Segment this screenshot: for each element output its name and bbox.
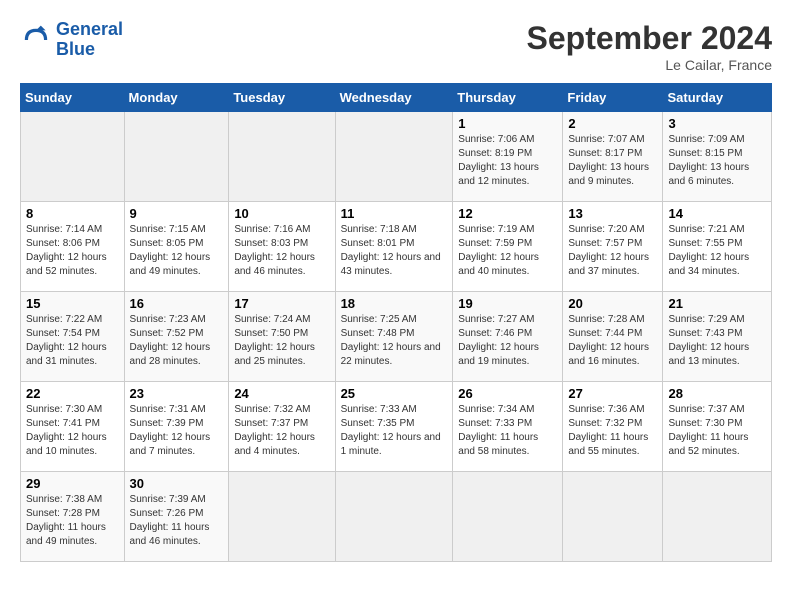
table-row: 11 Sunrise: 7:18 AM Sunset: 8:01 PM Dayl… xyxy=(335,202,453,292)
logo-text: General Blue xyxy=(56,20,123,60)
table-row xyxy=(124,112,229,202)
table-row: 16 Sunrise: 7:23 AM Sunset: 7:52 PM Dayl… xyxy=(124,292,229,382)
table-row xyxy=(21,112,125,202)
table-row: 19 Sunrise: 7:27 AM Sunset: 7:46 PM Dayl… xyxy=(453,292,563,382)
location: Le Cailar, France xyxy=(527,57,772,73)
table-row xyxy=(229,112,335,202)
table-row: 18 Sunrise: 7:25 AM Sunset: 7:48 PM Dayl… xyxy=(335,292,453,382)
table-row: 13 Sunrise: 7:20 AM Sunset: 7:57 PM Dayl… xyxy=(563,202,663,292)
table-row: 1 Sunrise: 7:06 AM Sunset: 8:19 PM Dayli… xyxy=(453,112,563,202)
logo-line1: General xyxy=(56,19,123,39)
table-row: 10 Sunrise: 7:16 AM Sunset: 8:03 PM Dayl… xyxy=(229,202,335,292)
col-sunday: Sunday xyxy=(21,84,125,112)
table-row: 20 Sunrise: 7:28 AM Sunset: 7:44 PM Dayl… xyxy=(563,292,663,382)
table-row: 15 Sunrise: 7:22 AM Sunset: 7:54 PM Dayl… xyxy=(21,292,125,382)
table-row: 23 Sunrise: 7:31 AM Sunset: 7:39 PM Dayl… xyxy=(124,382,229,472)
logo-line2: Blue xyxy=(56,39,95,59)
calendar-week-row: 8 Sunrise: 7:14 AM Sunset: 8:06 PM Dayli… xyxy=(21,202,772,292)
col-tuesday: Tuesday xyxy=(229,84,335,112)
table-row xyxy=(663,472,772,562)
table-row: 14 Sunrise: 7:21 AM Sunset: 7:55 PM Dayl… xyxy=(663,202,772,292)
table-row: 2 Sunrise: 7:07 AM Sunset: 8:17 PM Dayli… xyxy=(563,112,663,202)
calendar-week-row: 15 Sunrise: 7:22 AM Sunset: 7:54 PM Dayl… xyxy=(21,292,772,382)
calendar-header-row: Sunday Monday Tuesday Wednesday Thursday… xyxy=(21,84,772,112)
calendar-week-row: 22 Sunrise: 7:30 AM Sunset: 7:41 PM Dayl… xyxy=(21,382,772,472)
page-header: General Blue September 2024 Le Cailar, F… xyxy=(20,20,772,73)
table-row xyxy=(453,472,563,562)
table-row: 27 Sunrise: 7:36 AM Sunset: 7:32 PM Dayl… xyxy=(563,382,663,472)
calendar-week-row: 1 Sunrise: 7:06 AM Sunset: 8:19 PM Dayli… xyxy=(21,112,772,202)
col-saturday: Saturday xyxy=(663,84,772,112)
table-row: 8 Sunrise: 7:14 AM Sunset: 8:06 PM Dayli… xyxy=(21,202,125,292)
col-friday: Friday xyxy=(563,84,663,112)
table-row: 9 Sunrise: 7:15 AM Sunset: 8:05 PM Dayli… xyxy=(124,202,229,292)
logo: General Blue xyxy=(20,20,123,60)
title-block: September 2024 Le Cailar, France xyxy=(527,20,772,73)
table-row xyxy=(335,472,453,562)
table-row xyxy=(335,112,453,202)
table-row: 12 Sunrise: 7:19 AM Sunset: 7:59 PM Dayl… xyxy=(453,202,563,292)
table-row: 26 Sunrise: 7:34 AM Sunset: 7:33 PM Dayl… xyxy=(453,382,563,472)
logo-icon xyxy=(20,24,52,56)
col-thursday: Thursday xyxy=(453,84,563,112)
table-row: 29 Sunrise: 7:38 AM Sunset: 7:28 PM Dayl… xyxy=(21,472,125,562)
col-wednesday: Wednesday xyxy=(335,84,453,112)
col-monday: Monday xyxy=(124,84,229,112)
calendar-week-row: 29 Sunrise: 7:38 AM Sunset: 7:28 PM Dayl… xyxy=(21,472,772,562)
table-row: 24 Sunrise: 7:32 AM Sunset: 7:37 PM Dayl… xyxy=(229,382,335,472)
table-row: 25 Sunrise: 7:33 AM Sunset: 7:35 PM Dayl… xyxy=(335,382,453,472)
table-row: 21 Sunrise: 7:29 AM Sunset: 7:43 PM Dayl… xyxy=(663,292,772,382)
table-row xyxy=(229,472,335,562)
table-row: 17 Sunrise: 7:24 AM Sunset: 7:50 PM Dayl… xyxy=(229,292,335,382)
table-row: 3 Sunrise: 7:09 AM Sunset: 8:15 PM Dayli… xyxy=(663,112,772,202)
month-title: September 2024 xyxy=(527,20,772,57)
table-row: 30 Sunrise: 7:39 AM Sunset: 7:26 PM Dayl… xyxy=(124,472,229,562)
table-row xyxy=(563,472,663,562)
table-row: 22 Sunrise: 7:30 AM Sunset: 7:41 PM Dayl… xyxy=(21,382,125,472)
calendar-table: Sunday Monday Tuesday Wednesday Thursday… xyxy=(20,83,772,562)
table-row: 28 Sunrise: 7:37 AM Sunset: 7:30 PM Dayl… xyxy=(663,382,772,472)
